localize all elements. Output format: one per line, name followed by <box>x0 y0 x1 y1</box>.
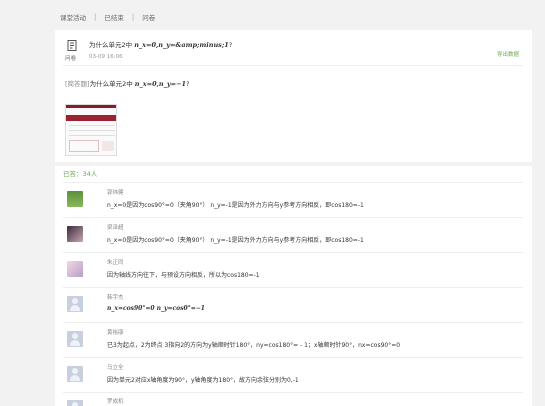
answer-user-name: 韩宇杰 <box>107 295 124 301</box>
question-type-label: 问卷 <box>65 56 77 62</box>
answer-text: n_x=0是因为cos90°=0（夹角90°） n_y=-1是因为外力方向与y参… <box>107 237 364 244</box>
questionnaire-icon <box>67 40 77 51</box>
answer-user-name: 梁泽超 <box>107 225 124 231</box>
question-desc-math: n_x=0,n_y=−1 <box>134 80 187 88</box>
question-time: 03-09 16:06 <box>89 54 123 60</box>
question-card: 问卷 为什么单元2中 n_x=0,n_y=&amp;minus;1? 03-09… <box>55 30 532 162</box>
question-title: 为什么单元2中 n_x=0,n_y=&amp;minus;1? <box>89 39 232 49</box>
answers-list: 已答：34人 郭炜健 n_x=0是因为cos90°=0（夹角90°） n_y=-… <box>55 166 532 406</box>
list-item: 罗成机 <box>63 392 523 406</box>
avatar <box>67 191 83 207</box>
breadcrumb-item-ended[interactable]: 已结束 <box>104 12 124 22</box>
avatar <box>67 366 83 382</box>
breadcrumb-item-questionnaire: 问卷 <box>142 14 156 22</box>
answer-user-name: 罗成机 <box>107 399 124 405</box>
avatar <box>67 400 83 406</box>
list-item: 韩宇杰 n_x=cos90°=0 n_y=cos0°=−1 <box>63 287 523 322</box>
question-description: [简答题]为什么单元2中 n_x=0,n_y=−1? <box>65 78 190 88</box>
avatar <box>67 296 83 312</box>
avatar <box>67 331 83 347</box>
list-item: 朱正同 因为轴线方向往下，与预设方向相反，所以为cos180=-1 <box>63 252 523 287</box>
question-image-thumbnail[interactable] <box>65 104 117 156</box>
answer-user-name: 朱正同 <box>107 260 124 266</box>
question-type-tag: [简答题] <box>65 80 90 88</box>
question-title-math: n_x=0,n_y=&amp;minus;1 <box>134 41 229 49</box>
answer-text: n_x=cos90°=0 n_y=cos0°=−1 <box>107 305 205 312</box>
avatar <box>67 261 83 277</box>
answer-text: 因为单元2对应x轴角度为90°，y轴角度为180°，故方向余弦分别为0,-1 <box>107 377 299 384</box>
answer-text: 因为轴线方向往下，与预设方向相反，所以为cos180=-1 <box>107 272 260 279</box>
answer-text: 已3为起点，2为终点 3指向2的方向为y轴顺时针180°，ny=cos180°=… <box>107 342 401 349</box>
answer-user-name: 黄裕康 <box>107 330 124 336</box>
question-desc-suffix: ? <box>186 80 190 88</box>
answer-user-name: 马立全 <box>107 365 124 371</box>
list-item: 梁泽超 n_x=0是因为cos90°=0（夹角90°） n_y=-1是因为外力方… <box>63 217 523 252</box>
question-header: 问卷 为什么单元2中 n_x=0,n_y=&amp;minus;1? 03-09… <box>63 36 523 66</box>
breadcrumb-item-activities[interactable]: 课堂活动 <box>60 12 86 22</box>
list-item: 黄裕康 已3为起点，2为终点 3指向2的方向为y轴顺时针180°，ny=cos1… <box>63 322 523 357</box>
answer-count: 已答：34人 <box>63 170 98 178</box>
question-title-suffix: ? <box>228 41 233 49</box>
breadcrumb-separator: | <box>131 13 135 21</box>
breadcrumb-separator: | <box>94 13 97 21</box>
export-data-link[interactable]: 导出数据 <box>497 50 519 58</box>
breadcrumb: 课堂活动 | 已结束 | 问卷 <box>60 12 155 22</box>
list-item: 马立全 因为单元2对应x轴角度为90°，y轴角度为180°，故方向余弦分别为0,… <box>63 357 523 392</box>
question-desc-prefix: 为什么单元2中 <box>89 80 135 88</box>
list-item: 郭炜健 n_x=0是因为cos90°=0（夹角90°） n_y=-1是因为外力方… <box>63 182 523 217</box>
question-title-prefix: 为什么单元2中 <box>89 41 135 49</box>
answer-text: n_x=0是因为cos90°=0（夹角90°） n_y=-1是因为外力方向与y参… <box>107 202 364 209</box>
avatar <box>67 226 83 242</box>
answer-math: n_x=cos90°=0 n_y=cos0°=−1 <box>107 305 205 312</box>
answer-user-name: 郭炜健 <box>107 190 124 196</box>
